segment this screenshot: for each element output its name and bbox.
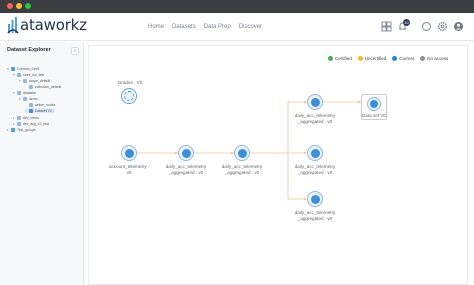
lineage-edges bbox=[137, 100, 361, 201]
lineage-node-agg-2[interactable] bbox=[234, 145, 250, 161]
dataset-icon bbox=[310, 148, 320, 158]
lineage-node-agg-1[interactable] bbox=[178, 145, 194, 161]
dataset-icon bbox=[367, 97, 381, 111]
lineage-node-account-telemetry[interactable] bbox=[121, 145, 137, 161]
node-label-mid: daily_acc_telemetry _aggregated : v0 bbox=[294, 164, 336, 175]
dataset-icon bbox=[310, 97, 320, 107]
lineage-node-grades[interactable] bbox=[121, 88, 137, 104]
lineage-node-top[interactable] bbox=[307, 94, 323, 110]
node-label-dataset-v0: Data set V0 bbox=[361, 113, 386, 118]
node-label-agg-2: daily_acc_telemetry _aggregated : v0 bbox=[221, 164, 263, 175]
dataset-icon bbox=[237, 148, 247, 158]
node-label-grades: Grades : V0 bbox=[117, 80, 143, 85]
dataset-icon bbox=[310, 194, 320, 204]
node-label-top: daily_acc_telemetry _aggregated : v0 bbox=[294, 113, 336, 124]
lineage-node-mid[interactable] bbox=[307, 145, 323, 161]
dataset-icon bbox=[124, 148, 134, 158]
lineage-node-bot[interactable] bbox=[307, 191, 323, 207]
dataset-icon bbox=[181, 148, 191, 158]
node-label-bot: daily_acc_telemetry _aggregated : v0 bbox=[294, 210, 336, 221]
node-label-account-telemetry: account_telemetry : v0 bbox=[108, 164, 150, 175]
dataset-icon bbox=[124, 91, 134, 101]
node-label-agg-1: daily_acc_telemetry _aggregated : v0 bbox=[165, 164, 207, 175]
